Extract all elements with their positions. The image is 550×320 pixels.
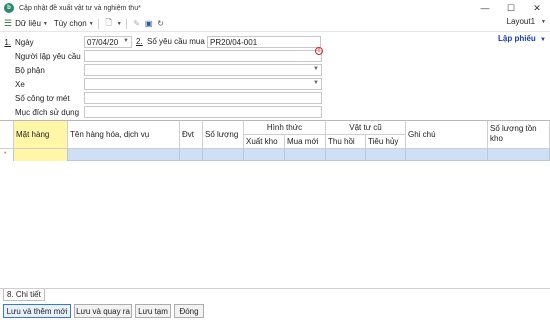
row-indicator-cell: • — [0, 149, 14, 161]
col-header-ghi-chu[interactable]: Ghi chú — [406, 121, 488, 149]
odometer-label: Số công tơ mét — [15, 94, 70, 103]
col-header-so-luong-ton[interactable]: Số lượng tồn kho — [488, 121, 550, 149]
save-draft-button[interactable]: Lưu tạm — [135, 304, 171, 318]
row-number: 2. — [136, 37, 143, 46]
cell-thu-hoi[interactable] — [326, 149, 366, 161]
department-field[interactable]: ▼ — [84, 64, 322, 76]
lap-phieu-dropdown[interactable]: Lập phiếu ▼ — [498, 34, 546, 43]
layout-value: Layout1 — [506, 17, 536, 26]
title-bar: b Cập nhật đề xuất vật tư và nghiệm thu*… — [0, 0, 550, 16]
col-header-mua-moi[interactable]: Mua mới — [285, 135, 326, 149]
save-icon[interactable]: ▣ — [143, 18, 155, 30]
app-logo-icon: b — [4, 3, 14, 13]
save-and-new-button[interactable]: Lưu và thêm mới — [3, 304, 71, 318]
chevron-down-icon: ▼ — [540, 37, 546, 43]
window-title: Cập nhật đề xuất vật tư và nghiệm thu* — [19, 4, 141, 12]
cell-so-luong-ton[interactable] — [488, 149, 550, 161]
requester-field[interactable] — [84, 50, 322, 62]
options-menu-label: Tùy chọn — [53, 19, 87, 28]
request-number-label: Số yêu cầu mua — [147, 37, 205, 46]
col-header-so-luong[interactable]: Số lượng — [203, 121, 244, 149]
data-menu[interactable]: ☰ Dữ liệu ▼ — [4, 18, 48, 29]
chevron-down-icon: ▼ — [313, 66, 319, 72]
cell-xuat-kho[interactable] — [244, 149, 285, 161]
minimize-icon[interactable]: — — [472, 0, 498, 16]
window-controls: — ☐ ✕ — [472, 0, 550, 16]
new-document-icon[interactable]: 🗋 — [103, 18, 115, 30]
data-menu-label: Dữ liệu — [15, 19, 41, 28]
cell-mua-moi[interactable] — [285, 149, 326, 161]
purpose-field[interactable] — [84, 106, 322, 118]
chevron-down-icon: ▼ — [313, 80, 319, 86]
department-label: Bộ phận — [15, 66, 45, 75]
col-header-xuat-kho[interactable]: Xuất kho — [244, 135, 285, 149]
options-menu[interactable]: Tùy chọn ▼ — [54, 19, 94, 28]
layout-selector[interactable]: Layout1 ▼ — [507, 17, 546, 26]
vehicle-label: Xe — [15, 80, 25, 89]
requester-label: Người lập yêu cầu — [15, 52, 81, 61]
tab-chi-tiet[interactable]: 8. Chi tiết — [3, 289, 45, 301]
form-row-department: Bộ phận — [0, 64, 45, 77]
pencil-icon[interactable]: ✎ — [131, 18, 143, 30]
form-row-vehicle: Xe — [0, 78, 25, 91]
close-icon[interactable]: ✕ — [524, 0, 550, 16]
cell-mat-hang[interactable] — [14, 149, 68, 161]
cell-so-luong[interactable] — [203, 149, 244, 161]
toolbar: ☰ Dữ liệu ▼ Tùy chọn ▼ 🗋 ▼ ✎ ▣ ↻ Layout1… — [0, 16, 550, 32]
refresh-icon[interactable]: ↻ — [155, 18, 167, 30]
form-row-date: 1. Ngày — [0, 36, 34, 49]
odometer-field[interactable] — [84, 92, 322, 104]
col-header-tieu-huy[interactable]: Tiêu hủy — [366, 135, 406, 149]
date-label: Ngày — [15, 38, 34, 47]
cell-tieu-huy[interactable] — [366, 149, 406, 161]
cell-dvt[interactable] — [180, 149, 203, 161]
save-and-close-button[interactable]: Lưu và quay ra — [74, 304, 132, 318]
toolbar-divider — [125, 18, 127, 29]
table-row[interactable]: • • — [0, 149, 550, 161]
request-number-value: PR20/04-001 — [210, 37, 258, 47]
window: b Cập nhật đề xuất vật tư và nghiệm thu*… — [0, 0, 550, 320]
col-header-dvt[interactable]: Đvt — [180, 121, 203, 149]
chevron-down-icon: ▼ — [541, 18, 546, 25]
chevron-down-icon: ▼ — [123, 38, 129, 44]
col-header-mat-hang[interactable]: Mặt hàng — [14, 121, 68, 149]
col-group-hinh-thuc: Hình thức — [244, 121, 326, 135]
col-header-thu-hoi[interactable]: Thu hồi — [326, 135, 366, 149]
toolbar-divider — [97, 18, 99, 29]
chevron-down-icon: ▼ — [42, 20, 48, 27]
lap-phieu-label: Lập phiếu — [498, 34, 536, 43]
purpose-label: Mục đích sử dụng — [15, 108, 80, 117]
date-field[interactable]: 07/04/20 ▼ — [84, 36, 132, 48]
header-form: Lập phiếu ▼ 1. Ngày 07/04/20 ▼ 2. Số yêu… — [0, 34, 550, 120]
button-bar: Lưu và thêm mới Lưu và quay ra Lưu tạm Đ… — [0, 302, 550, 320]
col-header-ten-hang[interactable]: Tên hàng hóa, dịch vụ — [68, 121, 180, 149]
request-number-field[interactable]: PR20/04-001 — [207, 36, 321, 48]
form-row-requester: Người lập yêu cầu — [0, 50, 81, 63]
cell-ghi-chu[interactable] — [406, 149, 488, 161]
grid-corner — [0, 121, 14, 149]
detail-tabs: 8. Chi tiết — [0, 288, 550, 301]
form-row-purpose: Mục đích sử dụng — [0, 106, 79, 119]
chevron-down-icon: ▼ — [88, 20, 94, 27]
date-value: 07/04/20 — [87, 37, 119, 47]
row-number: 1. — [4, 38, 11, 47]
hamburger-icon: ☰ — [4, 18, 13, 28]
maximize-icon[interactable]: ☐ — [498, 0, 524, 16]
close-button[interactable]: Đóng — [174, 304, 204, 318]
detail-grid: Mặt hàng Tên hàng hóa, dịch vụ Đvt Số lư… — [0, 120, 550, 288]
vehicle-field[interactable]: ▼ — [84, 78, 322, 90]
col-group-vat-tu-cu: Vật tư cũ — [326, 121, 406, 135]
form-row-odometer: Số công tơ mét — [0, 92, 70, 105]
chevron-down-icon[interactable]: ▼ — [117, 21, 122, 27]
cell-ten-hang[interactable] — [68, 149, 180, 161]
required-error-icon: ! — [315, 47, 323, 55]
